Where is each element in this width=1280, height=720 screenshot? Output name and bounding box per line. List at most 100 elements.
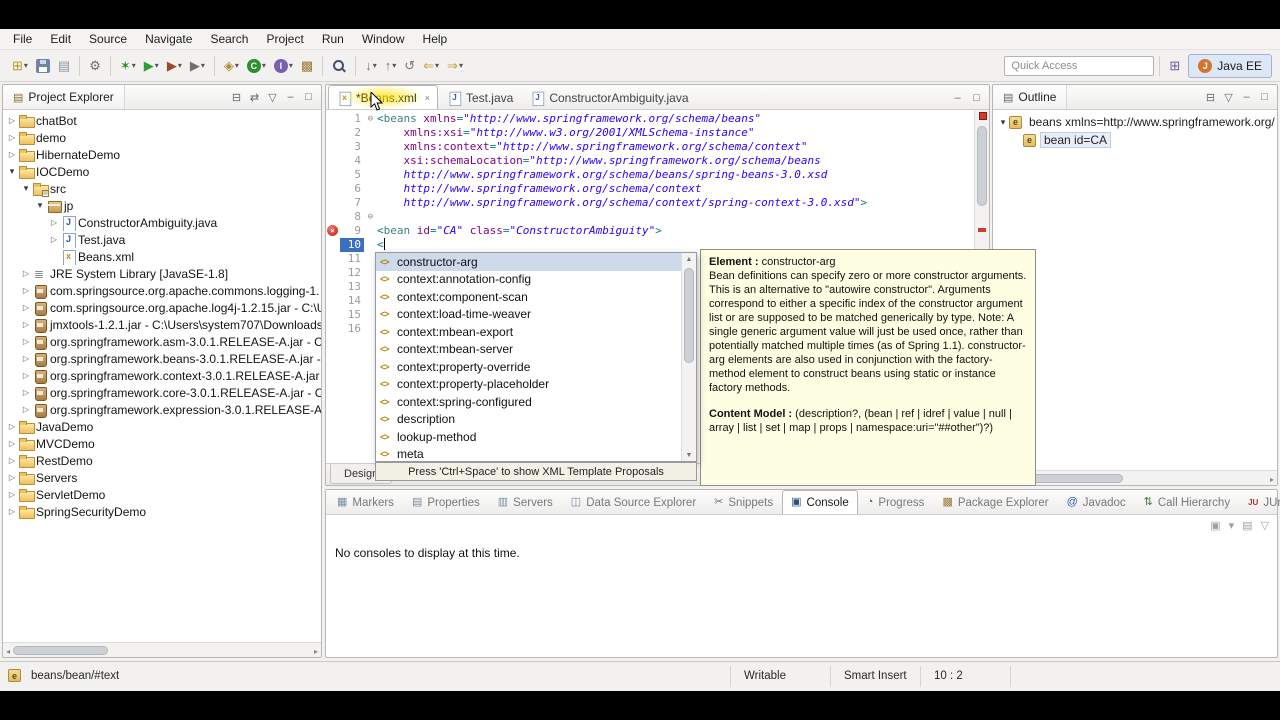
print-button[interactable]: ▤	[54, 54, 74, 78]
menu-source[interactable]: Source	[80, 29, 136, 49]
project-explorer-hscrollbar[interactable]	[3, 642, 321, 657]
expand-arrow-icon[interactable]: ▷	[6, 439, 18, 448]
outline-item-bean-id-ca[interactable]: e bean id=CA	[993, 131, 1277, 149]
expand-arrow-icon[interactable]: ▷	[6, 116, 18, 125]
tree-item-jre-system-library-javase-1-8[interactable]: ▷ JRE System Library [JavaSE-1.8]	[3, 265, 321, 282]
build-all-button[interactable]: ⚙	[85, 54, 105, 78]
tree-item-org-springframework-context-3-0-1-release-a-jar[interactable]: ▷ org.springframework.context-3.0.1.RELEA…	[3, 367, 321, 384]
expand-arrow-icon[interactable]: ▷	[20, 354, 32, 363]
maximize-icon[interactable]: □	[1256, 88, 1273, 106]
fold-icon[interactable]: ⊖	[364, 112, 377, 126]
new-wizard-button[interactable]: ⊞ ▾	[8, 54, 32, 78]
view-tab-markers[interactable]: ▦ Markers	[328, 490, 403, 514]
maximize-icon[interactable]: □	[968, 89, 985, 107]
tree-item-constructorambiguity-java[interactable]: ▷ ConstructorAmbiguity.java	[3, 214, 321, 231]
tree-item-org-springframework-beans-3-0-1-release-a-jar-c[interactable]: ▷ org.springframework.beans-3.0.1.RELEASE…	[3, 350, 321, 367]
view-tab-properties[interactable]: ▤ Properties	[403, 490, 489, 514]
tree-item-com-springsource-org-apache-log4j-1-2-15-jar-c-u[interactable]: ▷ com.springsource.org.apache.log4j-1.2.1…	[3, 299, 321, 316]
tree-item-test-java[interactable]: ▷ Test.java	[3, 231, 321, 248]
tree-item-mvcdemo[interactable]: ▷ MVCDemo	[3, 435, 321, 452]
tree-item-iocdemo[interactable]: ▾ IOCDemo	[3, 163, 321, 180]
completion-item-context-component-scan[interactable]: <> context:component-scan	[376, 288, 681, 306]
completion-item-context-spring-configured[interactable]: <> context:spring-configured	[376, 393, 681, 411]
view-tab-package-explorer[interactable]: ▩ Package Explorer	[933, 490, 1057, 514]
expand-arrow-icon[interactable]: ▷	[6, 422, 18, 431]
coverage-button[interactable]: ▶ ▾	[163, 54, 186, 78]
debug-button[interactable]: ✶ ▾	[116, 54, 140, 78]
expand-arrow-icon[interactable]: ▷	[20, 320, 32, 329]
open-console-menu-icon[interactable]: ▾	[1229, 519, 1235, 532]
new-web-wizard-button[interactable]: ◈ ▾	[220, 54, 243, 78]
completion-item-context-mbean-server[interactable]: <> context:mbean-server	[376, 341, 681, 359]
search-button[interactable]	[328, 54, 350, 78]
completion-item-context-property-override[interactable]: <> context:property-override	[376, 358, 681, 376]
scroll-right-icon[interactable]	[311, 643, 321, 657]
tree-item-restdemo[interactable]: ▷ RestDemo	[3, 452, 321, 469]
expand-arrow-icon[interactable]: ▷	[20, 337, 32, 346]
expand-arrow-icon[interactable]: ▷	[6, 490, 18, 499]
scrollbar-thumb[interactable]	[13, 645, 109, 655]
tree-item-servletdemo[interactable]: ▷ ServletDemo	[3, 486, 321, 503]
view-tab-snippets[interactable]: ✂ Snippets	[705, 490, 782, 514]
display-selected-console-icon[interactable]: ▤	[1242, 519, 1252, 532]
view-menu-icon[interactable]: ▽	[264, 88, 281, 106]
tree-item-src[interactable]: ▾ ▤ src	[3, 180, 321, 197]
collapse-arrow-icon[interactable]: ▾	[20, 183, 32, 194]
tree-item-beans-xml[interactable]: Beans.xml	[3, 248, 321, 265]
perspective-java-ee-button[interactable]: J Java EE	[1188, 53, 1272, 78]
view-tab-console[interactable]: ▣ Console	[782, 490, 858, 514]
tree-item-hibernatedemo[interactable]: ▷ HibernateDemo	[3, 146, 321, 163]
quick-access-input[interactable]	[1004, 55, 1155, 76]
expand-arrow-icon[interactable]: ▷	[20, 303, 32, 312]
completion-item-meta[interactable]: <> meta	[376, 446, 681, 461]
view-menu-icon[interactable]: ▽	[1220, 88, 1237, 106]
collapse-arrow-icon[interactable]: ▾	[34, 200, 46, 211]
expand-arrow-icon[interactable]: ▷	[6, 133, 18, 142]
tree-item-org-springframework-asm-3-0-1-release-a-jar-c[interactable]: ▷ org.springframework.asm-3.0.1.RELEASE-A…	[3, 333, 321, 350]
expand-arrow-icon[interactable]: ▷	[20, 371, 32, 380]
view-tab-javadoc[interactable]: @ Javadoc	[1058, 490, 1135, 514]
completion-item-lookup-method[interactable]: <> lookup-method	[376, 428, 681, 446]
open-perspective-button[interactable]: ⊞	[1165, 54, 1184, 78]
forward-button[interactable]: ⇒ ▾	[443, 54, 467, 78]
outline-tab[interactable]: ▤ Outline	[993, 85, 1068, 109]
tree-item-javademo[interactable]: ▷ JavaDemo	[3, 418, 321, 435]
run-button[interactable]: ▶ ▾	[140, 54, 163, 78]
editor-tab-constructorambiguity-java[interactable]: ConstructorAmbiguity.java	[521, 85, 696, 109]
tree-item-chatbot[interactable]: ▷ chatBot	[3, 112, 321, 129]
back-button[interactable]: ⇐ ▾	[419, 54, 443, 78]
view-tab-junit[interactable]: JU JUnit	[1239, 490, 1280, 514]
scrollbar-thumb[interactable]	[684, 268, 694, 363]
scroll-down-icon[interactable]	[682, 452, 696, 459]
expand-arrow-icon[interactable]: ▷	[6, 150, 18, 159]
menu-edit[interactable]: Edit	[41, 29, 80, 49]
completion-item-context-load-time-weaver[interactable]: <> context:load-time-weaver	[376, 306, 681, 324]
save-button[interactable]	[32, 54, 54, 78]
new-interface-button[interactable]: I ▾	[270, 54, 297, 78]
next-annotation-button[interactable]: ↓ ▾	[361, 54, 381, 78]
completion-item-description[interactable]: <> description	[376, 411, 681, 429]
expand-arrow-icon[interactable]: ▷	[6, 456, 18, 465]
expand-arrow-icon[interactable]: ▷	[20, 286, 32, 295]
link-with-editor-icon[interactable]: ⇄	[246, 88, 263, 106]
close-tab-icon[interactable]: ×	[425, 93, 430, 103]
expand-arrow-icon[interactable]: ▷	[6, 473, 18, 482]
expand-arrow-icon[interactable]: ▷	[48, 218, 60, 227]
tree-item-jmxtools-1-2-1-jar-c-users-system707-downloads[interactable]: ▷ jmxtools-1.2.1.jar - C:\Users\system707…	[3, 316, 321, 333]
outline-item-beans-xmlns-http-www-springframework-org[interactable]: ▾ e beans xmlns=http://www.springframework…	[993, 113, 1277, 131]
tree-item-org-springframework-expression-3-0-1-release-a-ja[interactable]: ▷ org.springframework.expression-3.0.1.RE…	[3, 401, 321, 418]
error-overview-mark[interactable]	[978, 228, 986, 232]
menu-window[interactable]: Window	[353, 29, 414, 49]
view-tab-data-source-explorer[interactable]: ◫ Data Source Explorer	[562, 490, 705, 514]
collapse-all-icon[interactable]: ⊟	[228, 88, 245, 106]
collapse-arrow-icon[interactable]: ▾	[997, 117, 1009, 128]
tree-item-jp[interactable]: ▾ jp	[3, 197, 321, 214]
minimize-icon[interactable]: –	[1238, 88, 1255, 106]
completion-item-context-mbean-export[interactable]: <> context:mbean-export	[376, 323, 681, 341]
maximize-icon[interactable]: □	[300, 88, 317, 106]
tree-item-com-springsource-org-apache-commons-logging-1[interactable]: ▷ com.springsource.org.apache.commons.log…	[3, 282, 321, 299]
completion-item-context-property-placeholder[interactable]: <> context:property-placeholder	[376, 376, 681, 394]
expand-arrow-icon[interactable]: ▷	[20, 388, 32, 397]
minimize-icon[interactable]: –	[949, 89, 966, 107]
view-menu-icon[interactable]: ▽	[1261, 519, 1269, 532]
